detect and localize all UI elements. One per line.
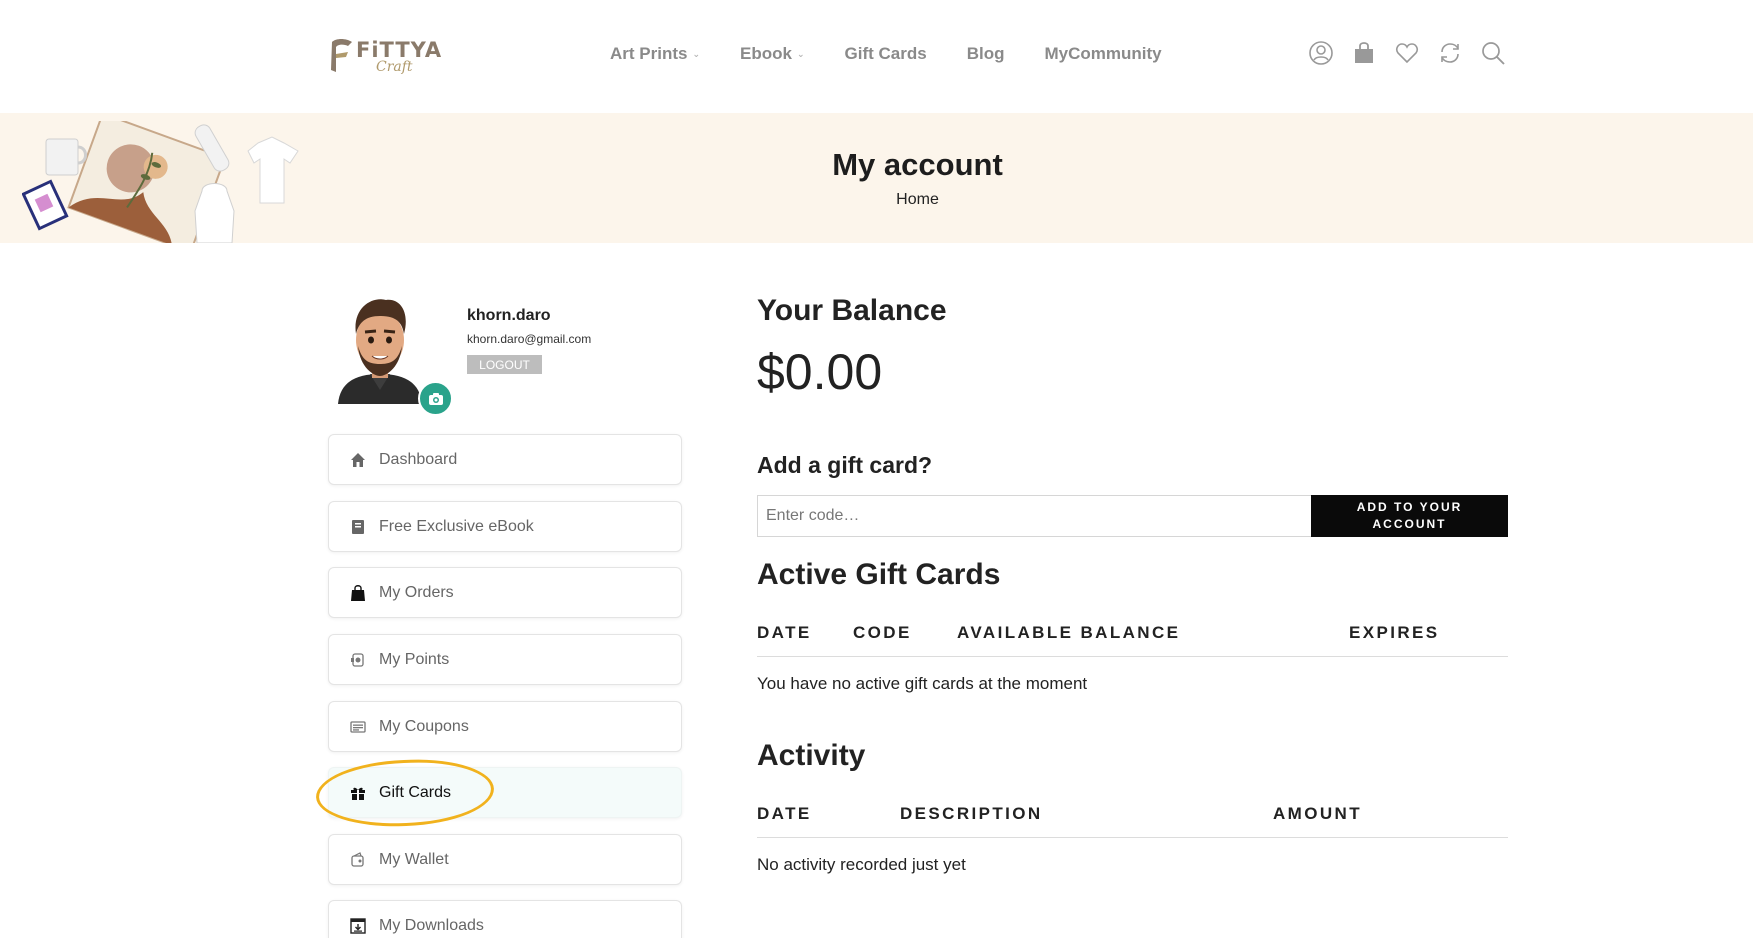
sidebar-item-my-downloads[interactable]: My Downloads — [328, 900, 682, 938]
sidebar-item-my-wallet[interactable]: My Wallet — [328, 834, 682, 885]
brand-logo[interactable]: FiTTYA Craft — [326, 34, 442, 76]
activity-title: Activity — [757, 739, 866, 772]
camera-icon — [428, 392, 443, 405]
table-divider — [757, 656, 1508, 657]
add-to-account-button[interactable]: ADD TO YOUR ACCOUNT — [1311, 495, 1508, 537]
site-header: FiTTYA Craft Art Prints ⌄ Ebook ⌄ Gift Car… — [0, 0, 1753, 113]
nav-art-prints[interactable]: Art Prints ⌄ — [610, 44, 700, 64]
balance-title: Your Balance — [757, 294, 947, 327]
page-title: My account — [832, 147, 1003, 182]
column-header-code: CODE — [853, 623, 912, 642]
activity-empty-message: No activity recorded just yet — [757, 855, 966, 874]
logout-button[interactable]: LOGOUT — [467, 355, 542, 374]
chevron-down-icon: ⌄ — [796, 48, 805, 59]
sidebar-item-my-orders[interactable]: My Orders — [328, 567, 682, 618]
nav-gift-cards[interactable]: Gift Cards — [845, 44, 927, 64]
profile-email: khorn.daro@gmail.com — [467, 332, 592, 346]
book-icon — [349, 518, 367, 536]
balance-value: $0.00 — [757, 344, 883, 400]
coupon-icon — [349, 718, 367, 736]
header-icons — [1308, 40, 1523, 66]
shopping-bag-icon — [349, 584, 367, 602]
brand-subtitle: Craft — [376, 59, 413, 75]
compare-icon[interactable] — [1437, 40, 1463, 66]
profile-username: khorn.daro — [467, 307, 551, 324]
page-banner: My account Home — [0, 113, 1753, 243]
sidebar-item-my-points[interactable]: My Points — [328, 634, 682, 685]
column-header-expires: EXPIRES — [1349, 623, 1440, 642]
nav-ebook[interactable]: Ebook ⌄ — [740, 44, 805, 64]
heart-icon[interactable] — [1394, 40, 1420, 66]
table-divider — [757, 837, 1508, 838]
logo-mark-icon — [331, 39, 352, 72]
active-gift-cards-title: Active Gift Cards — [757, 558, 1001, 591]
download-icon — [349, 917, 367, 935]
home-icon — [349, 451, 367, 469]
sidebar-item-my-coupons[interactable]: My Coupons — [328, 701, 682, 752]
points-icon — [349, 651, 367, 669]
nav-blog[interactable]: Blog — [967, 44, 1005, 64]
gift-card-code-input[interactable] — [757, 495, 1312, 537]
sidebar-item-dashboard[interactable]: Dashboard — [328, 434, 682, 485]
column-header-date: DATE — [757, 623, 812, 642]
change-photo-button[interactable] — [418, 381, 453, 416]
column-header-date: DATE — [757, 804, 812, 823]
nav-mycommunity[interactable]: MyCommunity — [1044, 44, 1161, 64]
avatar — [338, 299, 422, 404]
search-icon[interactable] — [1480, 40, 1506, 66]
main-nav: Art Prints ⌄ Ebook ⌄ Gift Cards Blog MyCom… — [610, 44, 1202, 64]
breadcrumb-home[interactable]: Home — [0, 191, 1753, 209]
column-header-description: DESCRIPTION — [900, 804, 1043, 823]
wallet-icon — [349, 851, 367, 869]
column-header-available-balance: AVAILABLE BALANCE — [957, 623, 1181, 642]
chevron-down-icon: ⌄ — [692, 48, 701, 59]
shopping-bag-icon[interactable] — [1351, 40, 1377, 66]
active-gift-cards-empty-message: You have no active gift cards at the mom… — [757, 674, 1088, 693]
account-icon[interactable] — [1308, 40, 1334, 66]
add-gift-card-title: Add a gift card? — [757, 452, 933, 478]
column-header-amount: AMOUNT — [1273, 804, 1362, 823]
sidebar-item-free-ebook[interactable]: Free Exclusive eBook — [328, 501, 682, 552]
